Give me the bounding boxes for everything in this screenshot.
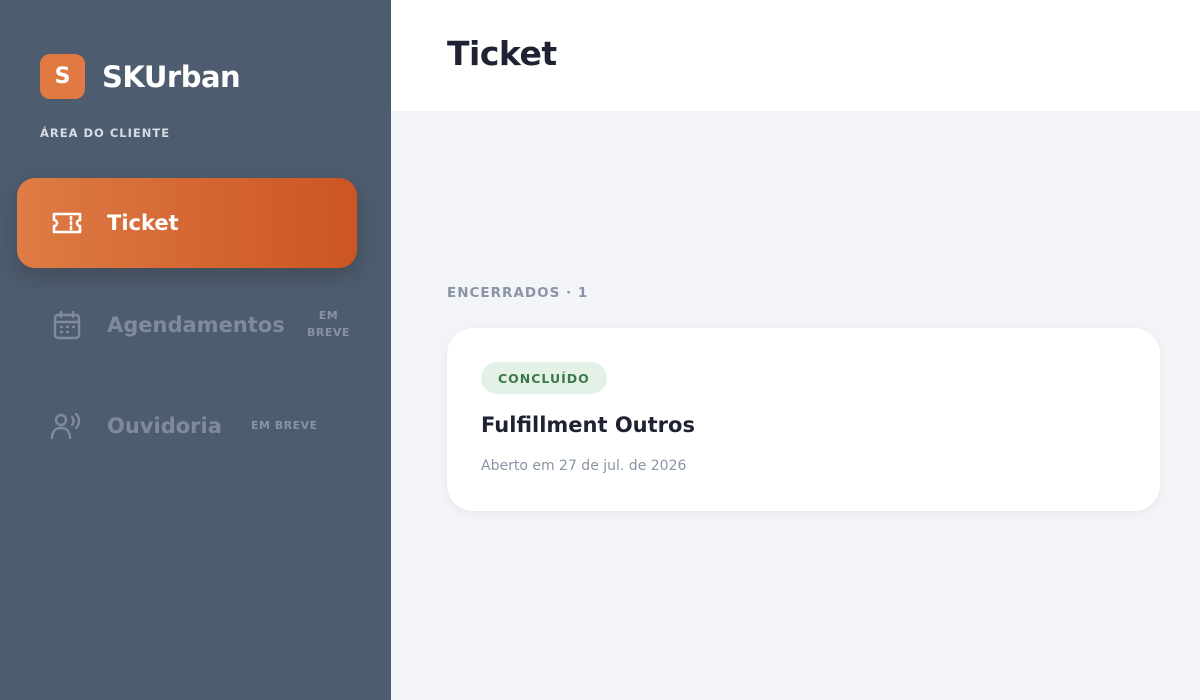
- sidebar-item-ticket[interactable]: Ticket: [17, 178, 357, 268]
- status-badge: CONCLUÍDO: [481, 362, 607, 394]
- ticket-card[interactable]: CONCLUÍDO Fulfillment Outros Aberto em 2…: [447, 328, 1160, 511]
- ticket-title: Fulfillment Outros: [481, 413, 695, 437]
- sidebar-item-label: Ticket: [107, 211, 179, 235]
- person-voice-icon: [51, 410, 83, 442]
- ticket-icon: [51, 207, 83, 239]
- coming-soon-line1: EM: [318, 309, 339, 322]
- sidebar-item-ouvidoria[interactable]: Ouvidoria EM BREVE: [17, 381, 357, 471]
- brand-name: SKUrban: [102, 59, 241, 94]
- calendar-icon: [51, 309, 83, 341]
- ticket-opened-date: Aberto em 27 de jul. de 2026: [481, 458, 687, 474]
- section-label-closed: ENCERRADOS · 1: [447, 285, 589, 301]
- sidebar: S SKUrban ÁREA DO CLIENTE Ticket Agendam…: [0, 0, 391, 700]
- page-header: Ticket: [391, 0, 1200, 111]
- brand-logo: S: [40, 54, 85, 99]
- brand: S SKUrban: [40, 54, 241, 99]
- coming-soon-badge: EM BREVE: [307, 307, 350, 341]
- sidebar-item-agendamentos[interactable]: Agendamentos EM BREVE: [17, 280, 357, 370]
- coming-soon-badge: EM BREVE: [251, 419, 318, 432]
- page-title: Ticket: [447, 34, 557, 73]
- coming-soon-line2: BREVE: [307, 326, 350, 339]
- sidebar-item-label: Ouvidoria: [107, 414, 222, 438]
- area-label: ÁREA DO CLIENTE: [40, 126, 171, 140]
- sidebar-item-label: Agendamentos: [107, 313, 285, 337]
